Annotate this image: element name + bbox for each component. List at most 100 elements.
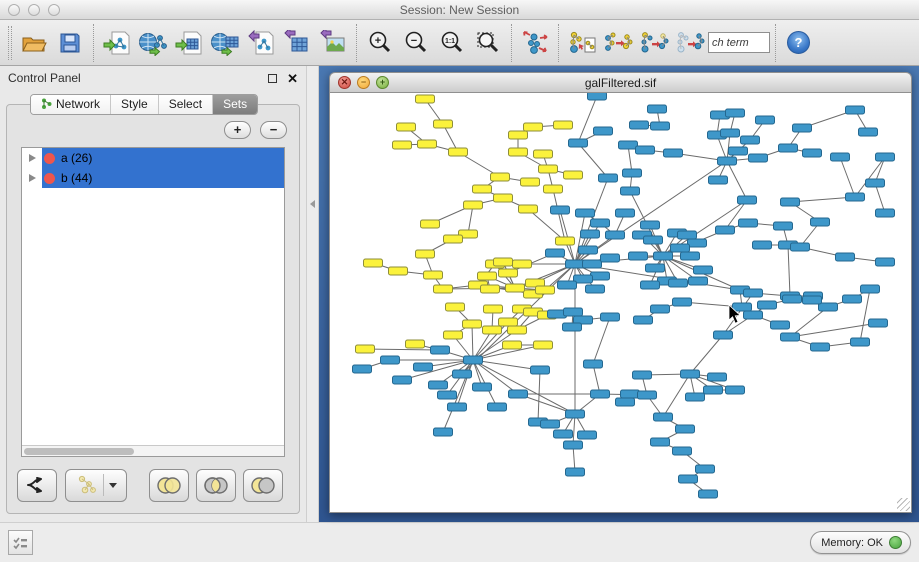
intersect-sets-button[interactable] <box>196 469 236 502</box>
graph-node[interactable] <box>576 209 595 217</box>
graph-node[interactable] <box>481 285 500 293</box>
graph-node[interactable] <box>644 236 663 244</box>
graph-node[interactable] <box>741 136 760 144</box>
graph-node[interactable] <box>488 403 507 411</box>
graph-node[interactable] <box>473 185 492 193</box>
graph-node[interactable] <box>664 149 683 157</box>
graph-node[interactable] <box>509 148 528 156</box>
graph-edge[interactable] <box>573 414 575 445</box>
graph-node[interactable] <box>781 198 800 206</box>
graph-node[interactable] <box>696 465 715 473</box>
graph-node[interactable] <box>756 116 775 124</box>
graph-node[interactable] <box>651 122 670 130</box>
graph-node[interactable] <box>563 323 582 331</box>
open-session-button[interactable] <box>16 24 52 62</box>
graph-edge[interactable] <box>840 157 855 197</box>
graph-node[interactable] <box>689 277 708 285</box>
graph-node[interactable] <box>811 218 830 226</box>
graph-node[interactable] <box>434 428 453 436</box>
graph-node[interactable] <box>861 285 880 293</box>
graph-node[interactable] <box>629 252 648 260</box>
import-table-file-button[interactable] <box>171 24 207 62</box>
tab-network[interactable]: Network <box>31 95 111 114</box>
graph-node[interactable] <box>654 252 673 260</box>
graph-node[interactable] <box>811 343 830 351</box>
graph-node[interactable] <box>539 165 558 173</box>
graph-node[interactable] <box>424 271 443 279</box>
toolbar-drag-handle[interactable] <box>8 26 12 60</box>
graph-node[interactable] <box>463 320 482 328</box>
graph-edge[interactable] <box>690 335 723 374</box>
graph-svg[interactable] <box>330 93 903 505</box>
graph-node[interactable] <box>544 185 563 193</box>
graph-node[interactable] <box>579 246 598 254</box>
graph-node[interactable] <box>721 129 740 137</box>
graph-node[interactable] <box>491 173 510 181</box>
graph-node[interactable] <box>591 272 610 280</box>
graph-node[interactable] <box>416 95 435 103</box>
graph-node[interactable] <box>678 231 697 239</box>
graph-node[interactable] <box>578 431 597 439</box>
graph-node[interactable] <box>448 403 467 411</box>
graph-node[interactable] <box>714 331 733 339</box>
graph-node[interactable] <box>716 226 735 234</box>
import-table-web-button[interactable] <box>207 24 243 62</box>
graph-node[interactable] <box>546 249 565 257</box>
graph-node[interactable] <box>846 106 865 114</box>
graph-node[interactable] <box>718 157 737 165</box>
graph-node[interactable] <box>681 252 700 260</box>
graph-node[interactable] <box>434 120 453 128</box>
graph-node[interactable] <box>729 147 748 155</box>
graph-node[interactable] <box>586 285 605 293</box>
graph-node[interactable] <box>393 376 412 384</box>
graph-node[interactable] <box>438 391 457 399</box>
graph-node[interactable] <box>630 121 649 129</box>
graph-edge[interactable] <box>538 370 540 422</box>
graph-node[interactable] <box>416 250 435 258</box>
graph-node[interactable] <box>421 220 440 228</box>
remove-set-button[interactable]: − <box>260 121 287 139</box>
graph-node[interactable] <box>783 295 802 303</box>
graph-node[interactable] <box>694 266 713 274</box>
split-set-button[interactable] <box>17 469 57 502</box>
graph-node[interactable] <box>536 286 555 294</box>
tab-style[interactable]: Style <box>111 95 159 114</box>
graph-node[interactable] <box>509 131 528 139</box>
new-network-from-selection-button[interactable] <box>564 24 600 62</box>
graph-node[interactable] <box>581 230 600 238</box>
graph-node[interactable] <box>583 260 602 268</box>
graph-node[interactable] <box>623 169 642 177</box>
graph-node[interactable] <box>551 206 570 214</box>
graph-node[interactable] <box>634 316 653 324</box>
graph-node[interactable] <box>364 259 383 267</box>
graph-node[interactable] <box>449 148 468 156</box>
resize-grip-icon[interactable] <box>897 498 910 511</box>
graph-node[interactable] <box>739 219 758 227</box>
graph-edge[interactable] <box>855 157 885 197</box>
task-history-button[interactable] <box>8 530 33 555</box>
graph-node[interactable] <box>641 281 660 289</box>
graph-node[interactable] <box>616 398 635 406</box>
graph-node[interactable] <box>434 285 453 293</box>
graph-node[interactable] <box>566 260 585 268</box>
graph-node[interactable] <box>534 341 553 349</box>
graph-node[interactable] <box>869 319 888 327</box>
search-input[interactable] <box>708 32 770 53</box>
graph-node[interactable] <box>473 383 492 391</box>
graph-node[interactable] <box>669 279 688 287</box>
graph-node[interactable] <box>771 321 790 329</box>
graph-node[interactable] <box>673 447 692 455</box>
graph-node[interactable] <box>591 219 610 227</box>
graph-node[interactable] <box>464 356 483 364</box>
graph-node[interactable] <box>781 333 800 341</box>
graph-node[interactable] <box>513 260 532 268</box>
graph-node[interactable] <box>733 303 752 311</box>
horizontal-scrollbar[interactable] <box>22 445 284 456</box>
graph-node[interactable] <box>566 468 585 476</box>
network-window-titlebar[interactable]: ✕ − + galFiltered.sif <box>329 72 912 93</box>
graph-node[interactable] <box>566 410 585 418</box>
expand-arrow-icon[interactable] <box>22 148 42 168</box>
graph-node[interactable] <box>774 222 793 230</box>
graph-node[interactable] <box>601 313 620 321</box>
graph-node[interactable] <box>564 441 583 449</box>
